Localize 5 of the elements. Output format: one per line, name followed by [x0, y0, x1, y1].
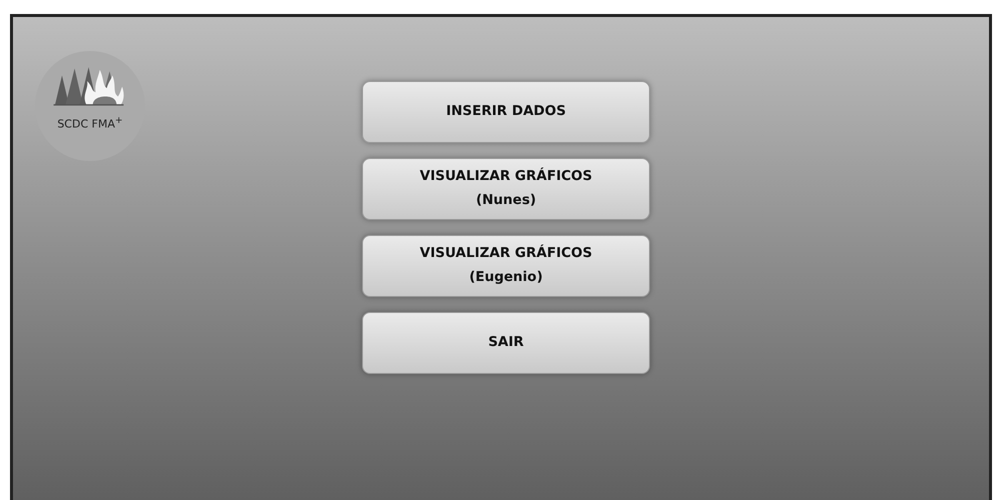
menu-button[interactable]: VISUALIZAR GRÁFICOS (Nunes): [362, 158, 650, 220]
menu-button[interactable]: VISUALIZAR GRÁFICOS (Eugenio): [362, 235, 650, 297]
menu-button[interactable]: SAIR: [362, 312, 650, 374]
logo-caption: SCDC FMA$^{+}$: [57, 115, 123, 131]
menu-button[interactable]: INSERIR DADOS: [362, 81, 650, 143]
